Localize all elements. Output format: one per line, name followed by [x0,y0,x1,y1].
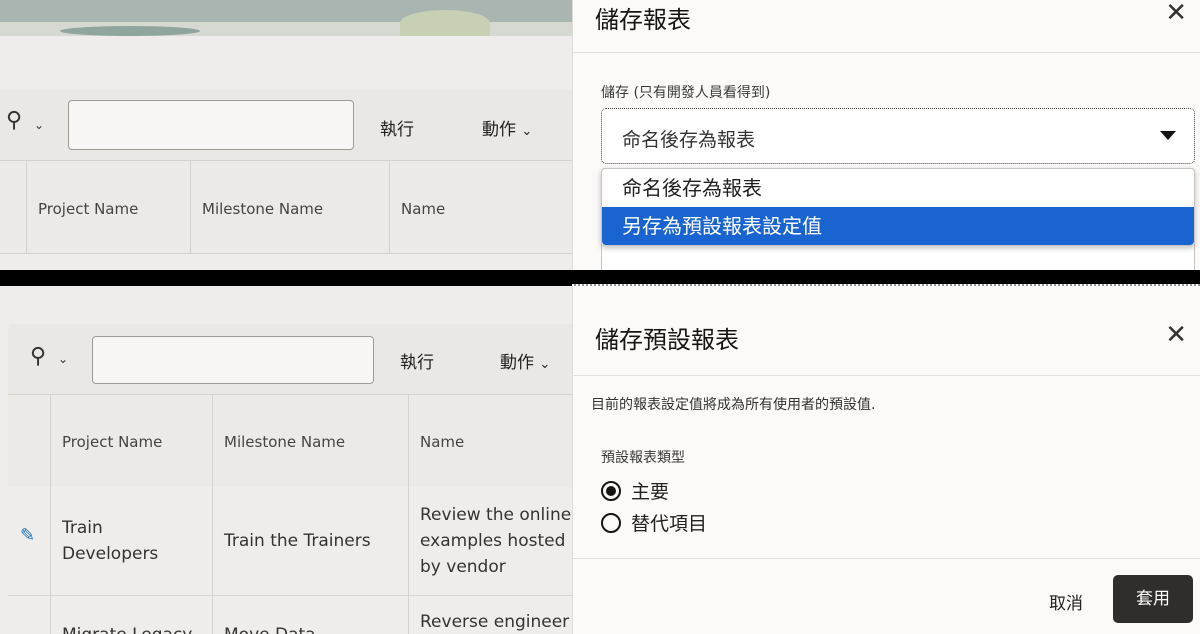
save-default-report-dialog: 儲存預設報表 ✕ 目前的報表設定值將成為所有使用者的預設值. 預設報表類型 主要… [572,286,1200,634]
column-header-milestone[interactable]: Milestone Name [202,200,323,218]
run-button[interactable]: 執行 [400,348,434,373]
select-value: 命名後存為報表 [622,129,756,151]
save-type-select[interactable]: 命名後存為報表 [601,108,1195,164]
bottom-screenshot: ⚲ ⌄ 執行 動作 ⌄ Project Name Milestone Name … [0,286,1200,634]
radio-unchecked-icon [601,513,621,533]
column-header-project[interactable]: Project Name [38,200,138,218]
table-header: Project Name Milestone Name Name [8,394,572,488]
actions-menu-button[interactable]: 動作 ⌄ [482,115,532,140]
dialog-description: 目前的報表設定值將成為所有使用者的預設值. [591,397,876,413]
column-header-name[interactable]: Name [401,200,445,218]
select-dropdown-list: 命名後存為報表 另存為預設報表設定值 [601,168,1195,246]
report-toolbar: ⚲ ⌄ 執行 動作 ⌄ [0,90,572,160]
cell-milestone: Move Data [224,622,316,634]
search-icon[interactable]: ⚲ [6,108,22,133]
column-header-milestone[interactable]: Milestone Name [224,433,345,451]
dropdown-option-save-named[interactable]: 命名後存為報表 [602,169,1194,207]
default-type-label: 預設報表類型 [601,450,685,466]
actions-menu-button[interactable]: 動作 ⌄ [500,348,550,373]
chevron-down-icon[interactable]: ⌄ [58,352,68,366]
report-toolbar: ⚲ ⌄ 執行 動作 ⌄ [8,324,572,394]
hidden-field [601,244,1195,270]
table-row: Migrate Legacy Move Data Reverse enginee… [8,596,572,634]
run-button[interactable]: 執行 [380,115,414,140]
close-icon[interactable]: ✕ [1165,0,1187,28]
cancel-button[interactable]: 取消 [1049,589,1083,614]
search-icon[interactable]: ⚲ [30,344,46,369]
cell-milestone: Train the Trainers [224,531,371,551]
footer-divider [573,558,1200,559]
radio-checked-icon [601,481,621,501]
chevron-down-icon: ⌄ [539,357,551,372]
table-row: ✎ Train Developers Train the Trainers Re… [8,487,572,596]
chevron-down-icon: ⌄ [521,124,533,139]
report-background: ⚲ ⌄ 執行 動作 ⌄ Project Name Milestone Name … [0,0,572,270]
dialog-title: 儲存預設報表 [595,326,739,354]
radio-alternative[interactable]: 替代項目 [601,509,707,536]
save-field-label: 儲存 (只有開發人員看得到) [601,85,771,101]
apply-button[interactable]: 套用 [1113,575,1193,623]
dialog-title: 儲存報表 [595,6,691,34]
close-icon[interactable]: ✕ [1165,320,1187,350]
dialog-divider [573,375,1200,376]
search-input[interactable] [92,336,374,384]
column-header-name[interactable]: Name [420,433,464,451]
search-input[interactable] [68,100,354,150]
radio-primary[interactable]: 主要 [601,477,669,504]
column-header-project[interactable]: Project Name [62,433,162,451]
cell-name: Reverse engineer [420,612,570,632]
table-header: Project Name Milestone Name Name [0,160,572,254]
chevron-down-icon[interactable]: ⌄ [34,118,44,132]
banner-image [0,0,572,36]
dialog-divider [573,52,1200,53]
save-report-dialog: 儲存報表 ✕ 儲存 (只有開發人員看得到) 命名後存為報表 命名後存為報表 另存… [572,0,1200,270]
report-background: ⚲ ⌄ 執行 動作 ⌄ Project Name Milestone Name … [0,286,572,634]
cell-project: Migrate Legacy [62,622,192,634]
caret-down-icon [1160,131,1176,140]
cell-project: Train Developers [62,518,159,564]
edit-icon[interactable]: ✎ [20,525,35,546]
cell-name: Review the online examples hosted by ven… [420,505,572,577]
dropdown-option-save-default[interactable]: 另存為預設報表設定值 [602,207,1194,245]
top-screenshot: ⚲ ⌄ 執行 動作 ⌄ Project Name Milestone Name … [0,0,1200,270]
